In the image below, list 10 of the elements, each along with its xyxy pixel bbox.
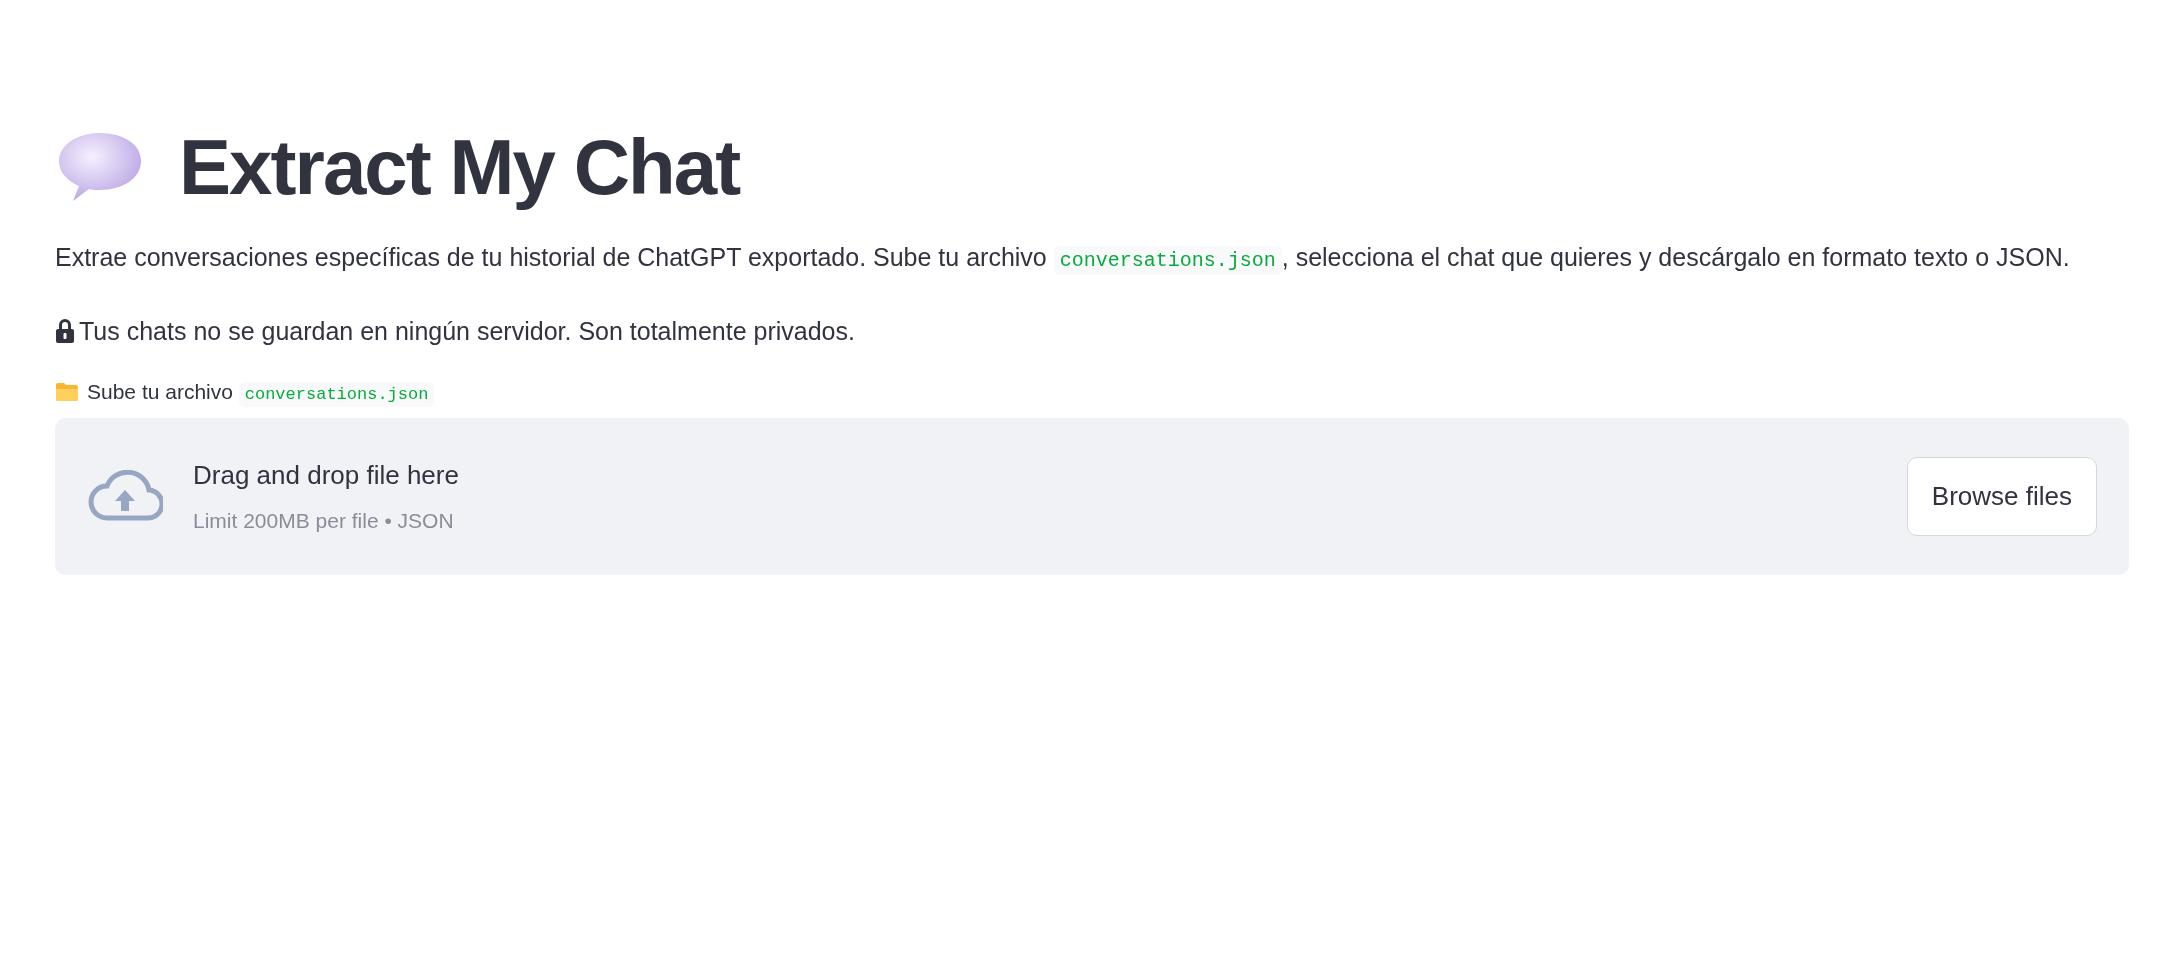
privacy-note: Tus chats no se guardan en ningún servidor. Son totalmente privados. — [79, 316, 855, 347]
lock-icon — [55, 318, 75, 344]
folder-icon — [55, 381, 79, 402]
drop-instructions: Drag and drop file here — [193, 458, 459, 492]
browse-files-button[interactable]: Browse files — [1906, 456, 2097, 536]
upload-label: Sube tu archivo conversations.json — [87, 376, 435, 408]
cloud-upload-icon — [87, 470, 163, 522]
file-drop-zone[interactable]: Drag and drop file here Limit 200MB per file • JSON Browse files — [55, 417, 2129, 575]
intro-paragraph: Extrae conversaciones específicas de tu historial de ChatGPT exportado. Sube tu archivo conversations.json , selecciona el chat que quieres y descárgalo en formato texto o JSON. — [55, 232, 2115, 286]
file-limit-text: Limit 200MB per file • JSON — [193, 507, 455, 534]
